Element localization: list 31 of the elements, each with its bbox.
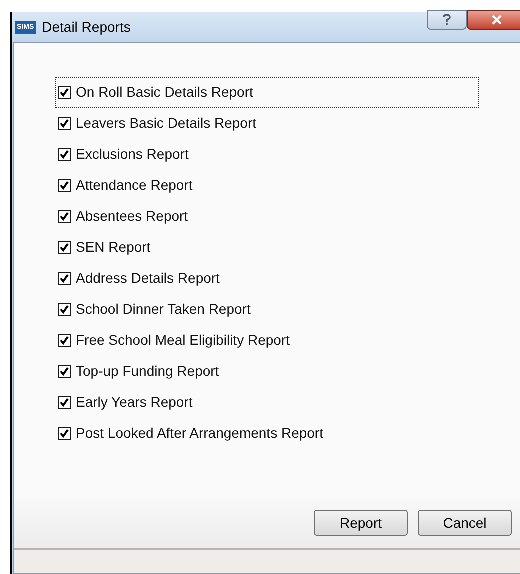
checkbox-item[interactable]: Free School Meal Eligibility Report: [55, 325, 479, 356]
checkbox-item[interactable]: Address Details Report: [55, 263, 479, 294]
checkbox[interactable]: [58, 334, 71, 347]
checkbox[interactable]: [58, 272, 71, 285]
checkbox-item[interactable]: On Roll Basic Details Report: [55, 77, 479, 108]
checkbox[interactable]: [58, 303, 71, 316]
checkbox-item[interactable]: Leavers Basic Details Report: [55, 108, 479, 139]
help-icon: [442, 14, 452, 26]
close-button[interactable]: [467, 10, 520, 30]
report-button[interactable]: Report: [314, 510, 408, 536]
close-icon: [491, 15, 503, 25]
checkbox[interactable]: [58, 396, 71, 409]
checkbox[interactable]: [58, 86, 71, 99]
checkbox-item[interactable]: Early Years Report: [55, 387, 479, 418]
window-title: Detail Reports: [42, 18, 131, 37]
checkbox-item[interactable]: School Dinner Taken Report: [55, 294, 479, 325]
checkbox-item[interactable]: SEN Report: [55, 232, 479, 263]
checkbox-item[interactable]: Top-up Funding Report: [55, 356, 479, 387]
help-button[interactable]: [427, 10, 467, 30]
cancel-button[interactable]: Cancel: [418, 510, 512, 536]
checkbox-item[interactable]: Exclusions Report: [55, 139, 479, 170]
checkbox[interactable]: [58, 427, 71, 440]
checkbox[interactable]: [58, 179, 71, 192]
checkbox-item[interactable]: Attendance Report: [55, 170, 479, 201]
checkbox[interactable]: [58, 210, 71, 223]
checkbox[interactable]: [58, 365, 71, 378]
checkbox[interactable]: [58, 241, 71, 254]
checkbox[interactable]: [58, 117, 71, 130]
checkbox-item[interactable]: Absentees Report: [55, 201, 479, 232]
checkbox[interactable]: [58, 148, 71, 161]
checkbox-item[interactable]: Post Looked After Arrangements Report: [55, 418, 479, 449]
